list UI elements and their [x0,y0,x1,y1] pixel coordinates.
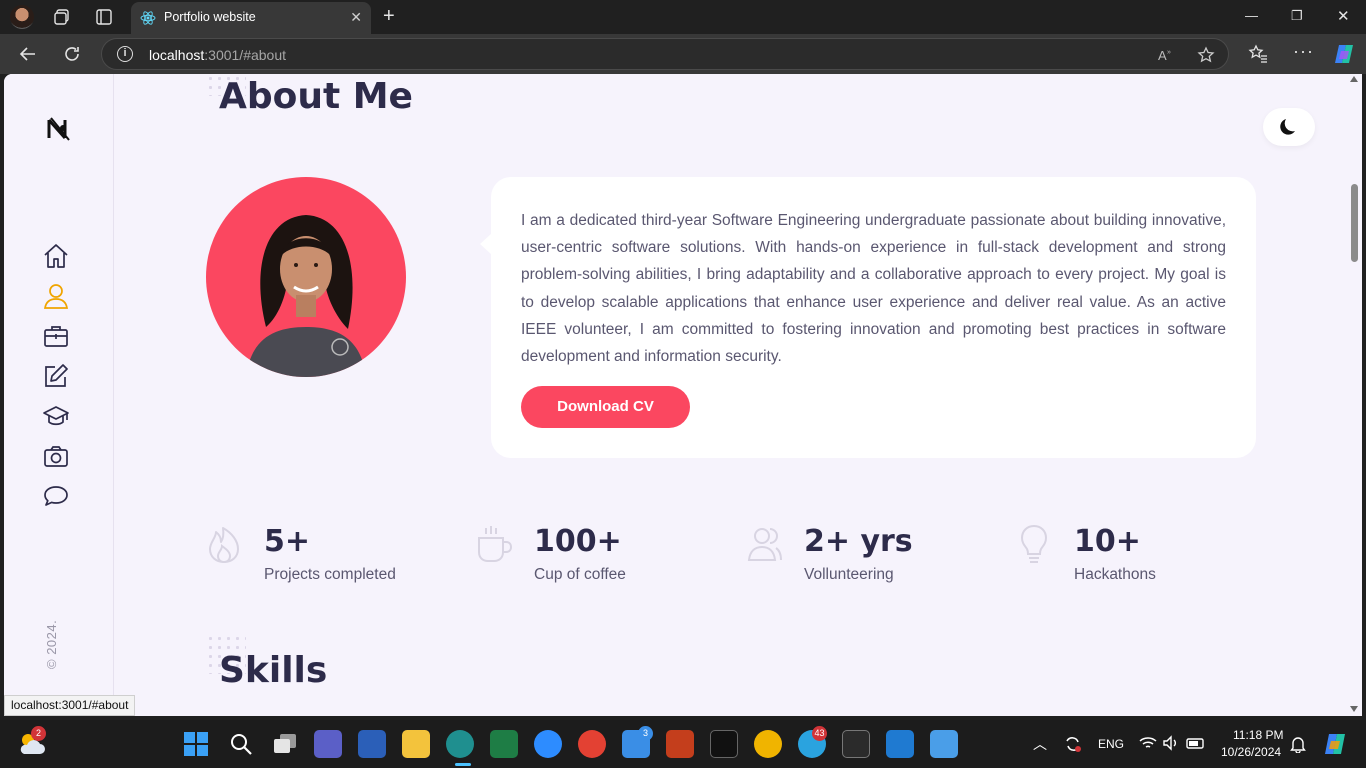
stat-label: Cup of coffee [534,566,626,583]
scroll-thumb[interactable] [1351,184,1358,262]
stat-value: 2+ yrs [804,524,913,559]
refresh-icon[interactable] [62,44,82,64]
skills-title: Skills [219,650,328,691]
favorite-star-icon[interactable] [1197,46,1215,64]
back-arrow-icon[interactable] [18,44,38,64]
stat-value: 5+ [264,524,311,559]
download-cv-button[interactable]: Download CV [521,386,690,428]
vscode-icon[interactable] [886,730,914,758]
command-prompt-icon[interactable] [710,730,738,758]
active-tab[interactable]: Portfolio website ✕ [131,2,371,34]
close-window-button[interactable]: ✕ [1337,7,1350,25]
language-indicator[interactable]: ENG [1098,737,1124,751]
flame-icon [209,527,239,564]
bio-text: I am a dedicated third-year Software Eng… [521,212,1226,366]
clock-date[interactable]: 10/26/2024 [1221,745,1281,759]
address-toolbar: i localhost:3001/#about A» ··· [0,34,1366,74]
site-logo-icon[interactable] [45,116,73,142]
user-icon[interactable] [42,282,70,310]
stat-label: Projects completed [264,566,396,583]
battery-icon[interactable] [1186,735,1206,751]
zoom-icon[interactable] [534,730,562,758]
stat-projects: 5+ Projects completed [206,522,466,592]
moon-icon [1280,119,1295,135]
stat-label: Hackathons [1074,566,1156,583]
site-info-icon[interactable]: i [117,46,133,62]
windows-start-icon[interactable] [184,732,208,756]
lightbulb-icon [1020,524,1048,563]
profile-photo [206,177,406,377]
mail-badge: 3 [638,726,653,741]
svg-text:A: A [1158,48,1167,63]
minimize-button[interactable]: — [1245,8,1258,23]
workspaces-icon[interactable] [52,7,72,27]
excel-icon[interactable] [490,730,518,758]
windows-taskbar: 2 3 43 ︿ ENG 11:18 PM 10/26/2024 [0,720,1366,768]
copyright-text: © 2024. [44,619,59,669]
scroll-down-icon[interactable] [1350,706,1358,712]
active-app-indicator [455,763,471,766]
page-scrollbar[interactable] [1347,74,1362,716]
new-tab-button[interactable]: + [383,6,395,26]
theme-toggle-button[interactable] [1263,108,1315,146]
tray-chevron-icon[interactable]: ︿ [1033,734,1047,754]
restore-button[interactable]: ❐ [1291,8,1303,24]
page-viewport: © 2024. About Me I am a dedicated third-… [4,74,1347,716]
coffee-cup-icon [478,526,512,562]
weather-badge: 2 [31,726,46,741]
terminal-icon[interactable] [842,730,870,758]
close-tab-icon[interactable]: ✕ [350,9,362,26]
about-title: About Me [219,76,413,117]
camera-icon[interactable] [42,442,70,470]
browser-tab-bar: Portfolio website ✕ + — ❐ ✕ [0,0,1366,34]
tab-title: Portfolio website [164,10,256,24]
svg-text:»: » [1167,49,1171,56]
favorites-icon[interactable] [1248,44,1268,64]
react-logo-icon [140,11,156,25]
stat-hackathons: 10+ Hackathons [1016,522,1276,592]
edit-icon[interactable] [42,362,70,390]
chat-icon[interactable] [42,482,70,510]
word-icon[interactable] [358,730,386,758]
notification-bell-icon[interactable] [1290,735,1306,753]
chrome-profile-icon[interactable] [754,730,782,758]
teams-icon[interactable] [314,730,342,758]
stat-volunteering: 2+ yrs Vollunteering [746,522,1006,592]
copilot-taskbar-icon[interactable] [1322,731,1348,757]
users-icon [747,528,782,561]
search-icon[interactable] [229,732,253,756]
wifi-icon[interactable] [1139,735,1157,751]
clock-time[interactable]: 11:18 PM [1233,728,1283,742]
tab-actions-icon[interactable] [94,7,114,27]
chrome-icon[interactable] [578,730,606,758]
edge-icon[interactable] [446,730,474,758]
telegram-badge: 43 [812,726,827,741]
copilot-icon[interactable] [1332,42,1356,66]
powerpoint-icon[interactable] [666,730,694,758]
volume-icon[interactable] [1162,735,1180,751]
home-icon[interactable] [42,242,70,270]
graduation-cap-icon[interactable] [42,402,70,430]
profile-photo-illustration [246,215,366,377]
about-card: I am a dedicated third-year Software Eng… [480,177,1256,458]
profile-avatar[interactable] [10,5,34,29]
link-status-tooltip: localhost:3001/#about [4,695,136,716]
read-aloud-icon[interactable]: A» [1157,47,1175,63]
task-view-icon[interactable] [272,732,298,756]
scroll-up-icon[interactable] [1350,76,1358,82]
briefcase-icon[interactable] [42,322,70,350]
notepad-icon[interactable] [930,730,958,758]
url-path: :3001/#about [204,47,287,63]
sidebar-nav: © 2024. [4,74,114,716]
stat-coffee: 100+ Cup of coffee [476,522,736,592]
file-explorer-icon[interactable] [402,730,430,758]
url-host: localhost [149,47,205,63]
url-field[interactable]: i localhost:3001/#about A» [101,38,1229,70]
sync-icon[interactable] [1063,734,1083,754]
stat-value: 100+ [534,524,622,559]
stat-label: Vollunteering [804,566,894,583]
more-menu-icon[interactable]: ··· [1293,41,1313,61]
stat-value: 10+ [1074,524,1141,559]
